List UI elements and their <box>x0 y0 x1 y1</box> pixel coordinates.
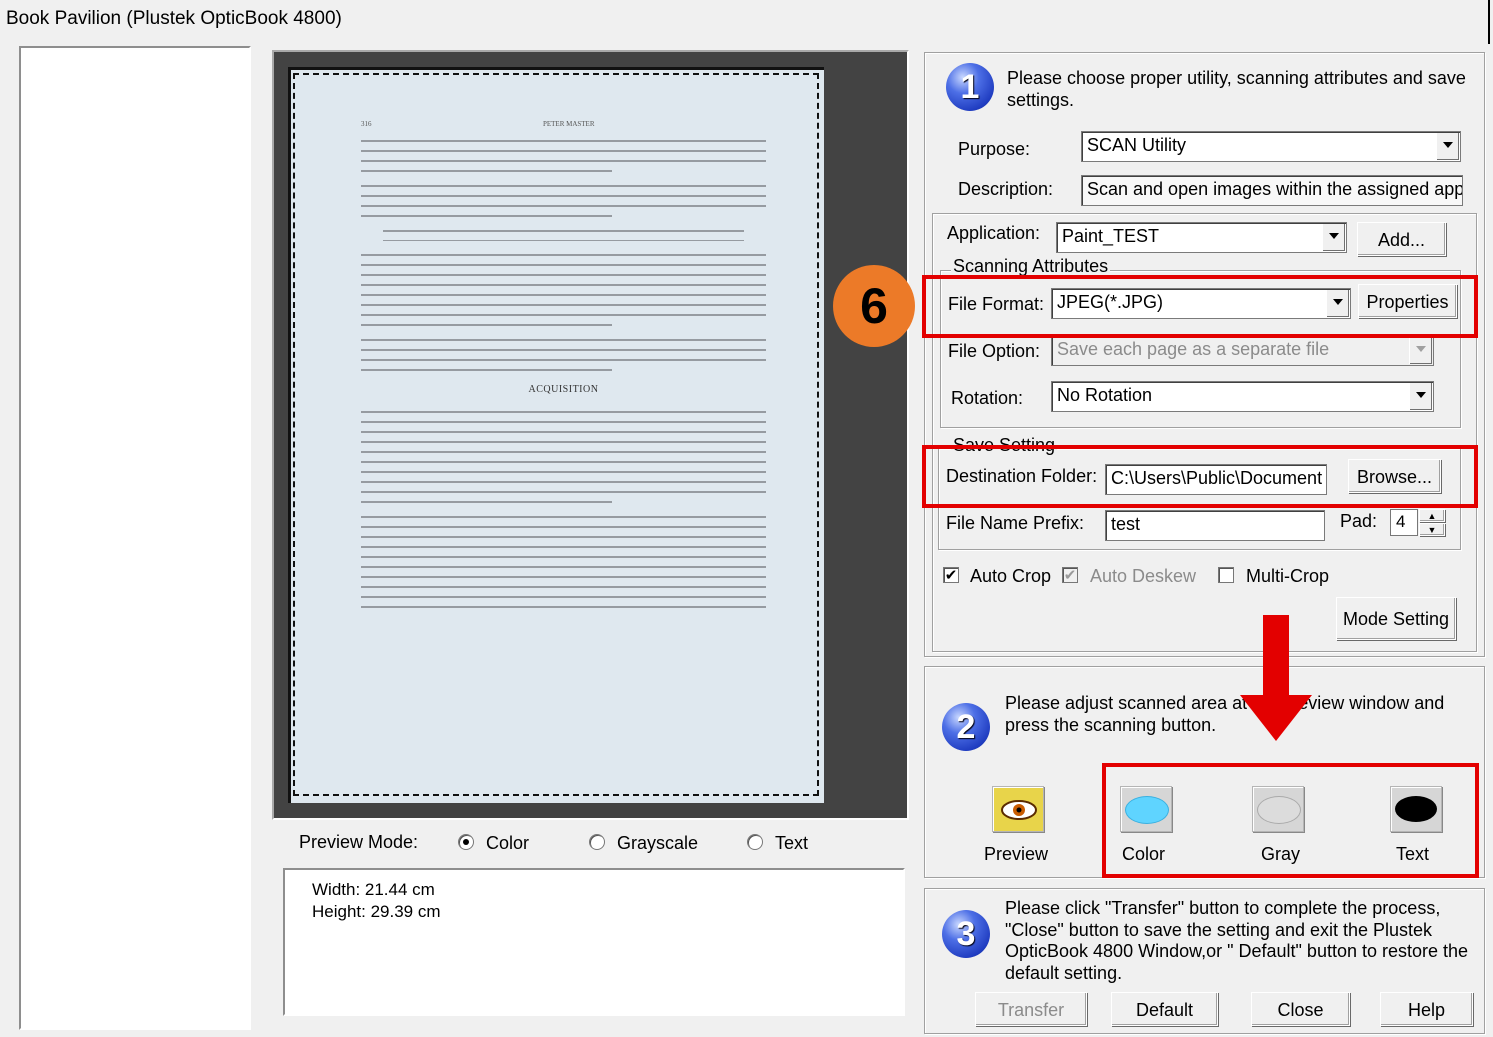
preview-button-label: Preview <box>984 844 1049 864</box>
purpose-select[interactable]: SCAN Utility <box>1081 131 1461 162</box>
chevron-down-icon[interactable] <box>1409 383 1432 410</box>
scanning-attributes-legend: Scanning Attributes <box>951 256 1111 277</box>
arrow-down-icon <box>1240 615 1312 741</box>
file-name-prefix-input[interactable]: test <box>1105 510 1325 541</box>
preview-mode-text-radio[interactable] <box>747 834 763 850</box>
window-title: Book Pavilion (Plustek OpticBook 4800) <box>6 8 342 29</box>
step3-instructions: Please click "Transfer" button to comple… <box>1005 898 1469 983</box>
auto-deskew-checkbox[interactable]: ✔ <box>1062 567 1078 583</box>
preview-mode-color-radio[interactable] <box>458 834 474 850</box>
pad-value: 4 <box>1396 512 1406 531</box>
rotation-select[interactable]: No Rotation <box>1051 381 1434 412</box>
preview-mode-grayscale-label: Grayscale <box>617 833 699 853</box>
file-option-label: File Option: <box>948 341 1041 361</box>
preview-mode-color-label: Color <box>486 833 530 853</box>
pad-input[interactable]: 4 <box>1390 509 1418 536</box>
eye-icon <box>1001 800 1037 820</box>
description-value: Scan and open images within the assigned… <box>1087 179 1463 199</box>
step3-number-icon: 3 <box>942 910 990 958</box>
file-name-prefix-label: File Name Prefix: <box>946 513 1085 533</box>
destination-folder-highlight <box>922 445 1478 508</box>
width-text: Width: 21.44 cm <box>312 880 435 899</box>
auto-crop-label: Auto Crop <box>970 566 1052 586</box>
application-value: Paint_TEST <box>1062 226 1160 246</box>
transfer-button[interactable]: Transfer <box>975 992 1087 1026</box>
auto-crop-checkbox[interactable]: ✔ <box>943 567 959 583</box>
purpose-label: Purpose: <box>958 139 1031 159</box>
step2-number-icon: 2 <box>942 703 990 751</box>
preview-mode-grayscale-radio[interactable] <box>589 834 605 850</box>
mode-setting-button[interactable]: Mode Setting <box>1336 597 1456 640</box>
thumbnail-panel[interactable] <box>19 46 251 1030</box>
auto-deskew-label: Auto Deskew <box>1090 566 1197 586</box>
pad-increment-button[interactable]: ▲ <box>1419 509 1445 522</box>
multi-crop-checkbox[interactable] <box>1218 567 1234 583</box>
pad-label: Pad: <box>1340 511 1378 531</box>
file-option-select[interactable]: Save each page as a separate file <box>1051 335 1434 366</box>
pad-decrement-button[interactable]: ▼ <box>1419 523 1445 536</box>
height-text: Height: 29.39 cm <box>312 902 441 921</box>
rotation-value: No Rotation <box>1057 385 1153 405</box>
file-option-value: Save each page as a separate file <box>1057 339 1330 359</box>
preview-mode-label: Preview Mode: <box>299 832 419 852</box>
scan-buttons-highlight <box>1102 763 1479 878</box>
purpose-value: SCAN Utility <box>1087 135 1187 155</box>
file-name-prefix-value: test <box>1111 514 1141 534</box>
page-size-info: Width: 21.44 cm Height: 29.39 cm <box>283 868 905 1016</box>
preview-mode-text-label: Text <box>775 833 809 853</box>
help-button[interactable]: Help <box>1380 992 1473 1026</box>
description-field: Scan and open images within the assigned… <box>1081 175 1463 206</box>
step-badge: 6 <box>833 265 915 347</box>
preview-scan-button[interactable] <box>992 786 1044 832</box>
close-button[interactable]: Close <box>1251 992 1350 1026</box>
application-select[interactable]: Paint_TEST <box>1056 222 1347 253</box>
rotation-label: Rotation: <box>951 388 1024 408</box>
step1-number-icon: 1 <box>946 63 994 111</box>
add-application-button[interactable]: Add... <box>1357 222 1446 256</box>
chevron-down-icon[interactable] <box>1322 224 1345 251</box>
chevron-down-icon[interactable] <box>1409 337 1432 364</box>
multi-crop-label: Multi-Crop <box>1246 566 1330 586</box>
scan-area-selection[interactable] <box>293 73 819 796</box>
chevron-down-icon[interactable] <box>1436 133 1459 160</box>
step1-instructions: Please choose proper utility, scanning a… <box>1007 68 1466 110</box>
window-edge <box>1488 0 1490 44</box>
file-format-highlight <box>922 275 1478 338</box>
default-button[interactable]: Default <box>1111 992 1218 1026</box>
application-label: Application: <box>947 223 1041 243</box>
description-label: Description: <box>958 179 1054 199</box>
